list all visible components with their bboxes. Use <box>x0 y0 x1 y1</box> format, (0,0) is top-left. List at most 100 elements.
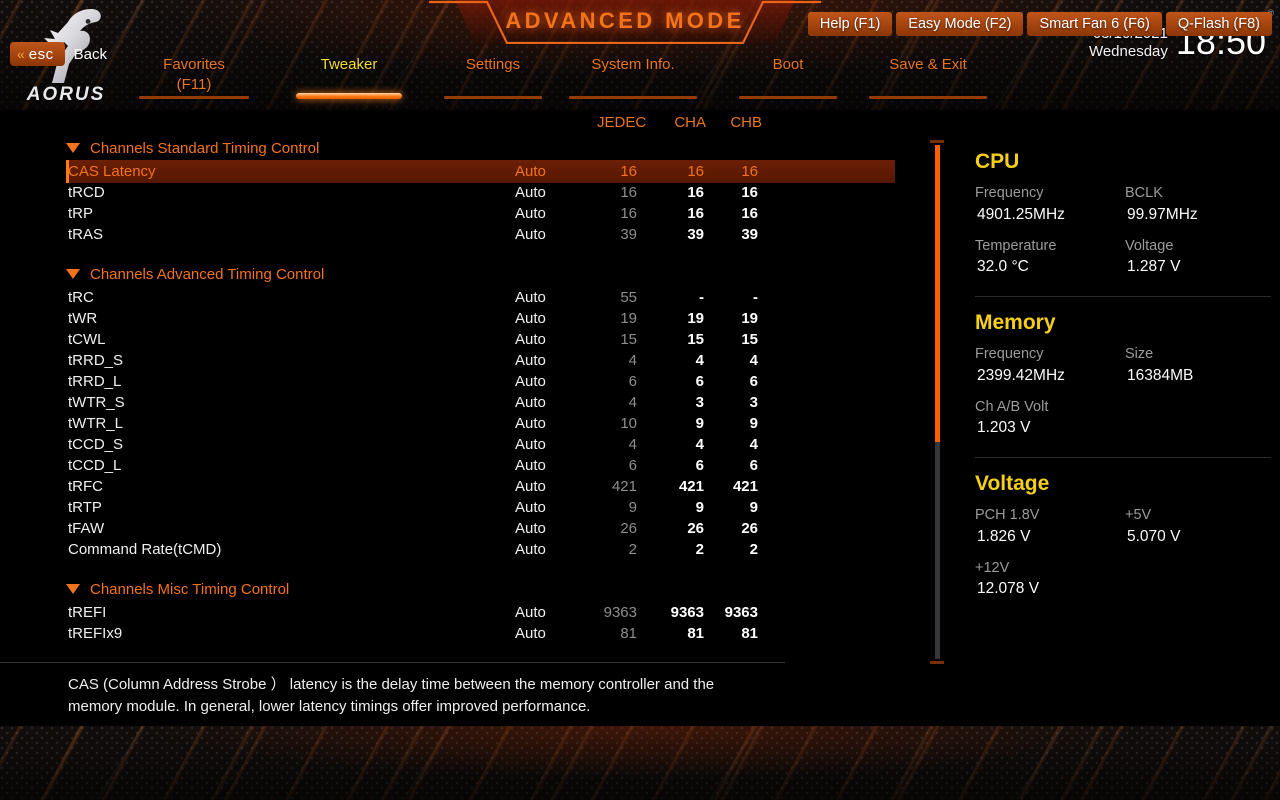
sidebar-readout-value: 1.287 V <box>1127 258 1181 276</box>
footer-button-help-f1[interactable]: Help (F1) <box>807 12 893 36</box>
sidebar-section-heading: CPU <box>975 150 1020 173</box>
timing-value-jedec: 55 <box>620 289 637 306</box>
caret-down-icon[interactable] <box>66 269 80 279</box>
timing-row[interactable]: tREFI Auto 9363 9363 9363 <box>0 602 910 623</box>
timing-value-jedec: 421 <box>611 478 637 495</box>
sidebar-section-grid: Frequency 4901.25MHz BCLK 99.97MHz Temperatu… <box>975 183 1275 288</box>
sidebar-readout-value: 12.078 V <box>977 580 1040 598</box>
footer-button-smart-fan-6-f6[interactable]: Smart Fan 6 (F6) <box>1027 12 1162 36</box>
scrollbar-thumb[interactable] <box>935 145 940 442</box>
vertical-scrollbar[interactable] <box>930 140 944 664</box>
nav-tab-boot[interactable]: Boot <box>728 55 848 105</box>
timing-value-jedec: 81 <box>620 625 637 642</box>
sidebar-readout-value: 1.203 V <box>977 419 1031 437</box>
sidebar-readout-label: +12V <box>975 559 1010 576</box>
timing-row[interactable]: tREFIx9 Auto 81 81 81 <box>0 623 910 644</box>
timing-row[interactable]: tRC Auto 55 - - <box>0 287 910 308</box>
caret-down-icon[interactable] <box>66 584 80 594</box>
timing-value-jedec: 9363 <box>603 604 637 621</box>
sidebar-readout-value: 1.826 V <box>977 527 1031 545</box>
timing-group-header[interactable]: Channels Advanced Timing Control <box>0 262 910 287</box>
timing-value-cha: 39 <box>687 226 704 243</box>
sidebar-readout-label: Frequency <box>975 185 1044 201</box>
timing-row[interactable]: tRCD Auto 16 16 16 <box>0 182 910 203</box>
timing-row[interactable]: tRTP Auto 9 9 9 <box>0 497 910 518</box>
timing-row-setting: Auto <box>515 520 546 537</box>
nav-tab-save-exit[interactable]: Save & Exit <box>858 55 998 105</box>
timing-value-cha: 4 <box>695 352 704 369</box>
esc-back-control[interactable]: « esc Back <box>10 42 107 66</box>
timing-row-setting: Auto <box>515 163 546 180</box>
timing-value-jedec: 39 <box>620 226 637 243</box>
sidebar-readout-value: 32.0 °C <box>977 258 1029 276</box>
timing-row[interactable]: tRP Auto 16 16 16 <box>0 203 910 224</box>
timing-row-label: tRRD_S <box>68 352 124 369</box>
timing-group-header[interactable]: Channels Misc Timing Control <box>0 577 910 602</box>
timing-row[interactable]: tCWL Auto 15 15 15 <box>0 329 910 350</box>
timing-row-setting: Auto <box>515 604 546 621</box>
weekday-label: Wednesday <box>1088 43 1168 60</box>
nav-tab-system-info[interactable]: System Info. <box>558 55 708 105</box>
timing-row[interactable]: tWTR_S Auto 4 3 3 <box>0 392 910 413</box>
timing-value-cha: 4 <box>695 436 704 453</box>
footer-button-q-flash-f8[interactable]: Q-Flash (F8) <box>1165 12 1272 36</box>
timing-row[interactable]: tRRD_L Auto 6 6 6 <box>0 371 910 392</box>
column-header-chb: CHB <box>730 114 762 131</box>
timing-row[interactable]: tCCD_S Auto 4 4 4 <box>0 434 910 455</box>
timing-row-setting: Auto <box>515 226 546 243</box>
timing-row[interactable]: Command Rate(tCMD) Auto 2 2 2 <box>0 539 910 560</box>
main-nav-tabs: Favorites (F11) Tweaker Settings System Inf… <box>128 55 1018 107</box>
timing-row-setting: Auto <box>515 289 546 306</box>
esc-key-label: esc <box>28 45 54 63</box>
caret-down-icon[interactable] <box>66 143 80 153</box>
timing-row-setting: Auto <box>515 373 546 390</box>
help-description: CAS (Column Address Strobe ） latency is … <box>68 676 715 715</box>
timing-value-chb: 2 <box>749 541 758 558</box>
footer-button-easy-mode-f2[interactable]: Easy Mode (F2) <box>896 12 1024 36</box>
table-column-headers: JEDEC CHA CHB <box>0 114 900 136</box>
timing-value-jedec: 2 <box>628 541 637 558</box>
nav-tab-underline <box>739 96 837 99</box>
nav-tab-favorites[interactable]: Favorites (F11) <box>128 55 260 105</box>
nav-tab-label: Save & Exit <box>889 56 967 73</box>
nav-tab-label: Boot <box>772 56 804 73</box>
timing-value-jedec: 19 <box>620 310 637 327</box>
timing-row[interactable]: tRAS Auto 39 39 39 <box>0 224 910 245</box>
timing-row-label: tWTR_L <box>68 415 124 432</box>
timing-row[interactable]: tRRD_S Auto 4 4 4 <box>0 350 910 371</box>
nav-tab-underline <box>569 96 697 99</box>
timing-row-label: tRC <box>68 289 94 306</box>
nav-tab-label: System Info. <box>591 56 675 73</box>
timing-value-chb: 81 <box>741 625 758 642</box>
timing-value-chb: 6 <box>749 373 758 390</box>
scrollbar-cap-bottom <box>930 661 944 664</box>
timing-value-cha: 2 <box>695 541 704 558</box>
timing-value-jedec: 9 <box>628 499 637 516</box>
sidebar-readout-label: PCH 1.8V <box>975 507 1040 524</box>
timing-row[interactable]: tCCD_L Auto 6 6 6 <box>0 455 910 476</box>
timing-row-setting: Auto <box>515 310 546 327</box>
timing-row[interactable]: CAS Latency Auto 16 16 16 <box>0 160 910 183</box>
sidebar-readout: BCLK 99.97MHz <box>1125 183 1275 226</box>
sidebar-readout-label: BCLK <box>1125 185 1163 201</box>
timing-group-header[interactable]: Channels Standard Timing Control <box>0 136 910 161</box>
timing-row[interactable]: tWR Auto 19 19 19 <box>0 308 910 329</box>
timing-row[interactable]: tFAW Auto 26 26 26 <box>0 518 910 539</box>
timing-row[interactable]: tRFC Auto 421 421 421 <box>0 476 910 497</box>
timing-row[interactable]: tWTR_L Auto 10 9 9 <box>0 413 910 434</box>
timing-value-cha: 16 <box>687 163 704 180</box>
timing-value-chb: 16 <box>741 163 758 180</box>
nav-tab-tweaker[interactable]: Tweaker <box>285 55 413 105</box>
nav-tab-settings[interactable]: Settings <box>433 55 553 105</box>
esc-key-button[interactable]: « esc <box>10 42 65 66</box>
timing-value-cha: 26 <box>687 520 704 537</box>
scrollbar-cap-top <box>930 140 944 143</box>
timing-value-cha: 16 <box>687 184 704 201</box>
timing-value-chb: 3 <box>749 394 758 411</box>
bios-advanced-mode-screen: AORUS ADVANCED MODE 03/10/2021 Wednesday… <box>0 0 1280 800</box>
footer-action-buttons: Help (F1) Easy Mode (F2) Smart Fan 6 (F6) Q… <box>807 12 1272 36</box>
sidebar-readout-value: 16384MB <box>1127 366 1194 384</box>
timing-value-cha: 9 <box>695 499 704 516</box>
